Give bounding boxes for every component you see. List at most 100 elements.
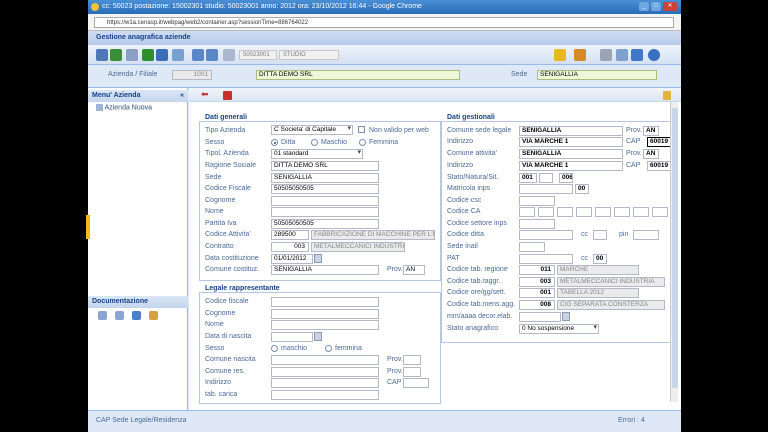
matricola-field[interactable] <box>519 184 573 194</box>
error-count[interactable]: Errori : 4 <box>618 417 645 424</box>
sidebar-item-azienda-nuova[interactable]: Azienda Nuova <box>96 104 152 111</box>
ca-field-6[interactable] <box>614 207 630 217</box>
sede-field[interactable]: SENIGALLIA <box>537 70 657 80</box>
calendar-icon[interactable] <box>314 254 322 263</box>
delete-icon[interactable] <box>126 49 138 61</box>
ragione-sociale-field[interactable]: DITTA DEMO SRL <box>271 161 379 171</box>
stato-field[interactable]: 001 <box>519 173 537 183</box>
partita-iva-field[interactable]: 50505050505 <box>271 219 379 229</box>
ca-field-1[interactable] <box>519 207 535 217</box>
contratto-code-field[interactable]: 003 <box>271 242 309 252</box>
matricola-cc-field[interactable]: 00 <box>575 184 589 194</box>
scrollbar-thumb[interactable] <box>672 108 678 388</box>
regione-code-field[interactable]: 011 <box>519 265 555 275</box>
legale-femmina-radio[interactable] <box>325 345 332 352</box>
doc-view-icon[interactable] <box>98 311 107 320</box>
vertical-scrollbar[interactable] <box>670 102 678 402</box>
legale-cognome-field[interactable] <box>271 309 379 319</box>
doc-list-icon[interactable] <box>115 311 124 320</box>
codice-fiscale-field[interactable]: 50505050505 <box>271 184 379 194</box>
comune-nascita-field[interactable] <box>271 355 379 365</box>
help-icon[interactable] <box>648 49 660 61</box>
collapse-icon[interactable]: « <box>180 90 184 102</box>
ca-field-2[interactable] <box>538 207 554 217</box>
cognome-field[interactable] <box>271 196 379 206</box>
ditta-radio[interactable] <box>271 139 278 146</box>
legale-cap-field[interactable] <box>403 378 429 388</box>
refresh-icon[interactable] <box>110 49 122 61</box>
natura-field[interactable] <box>539 173 553 183</box>
prov-cost-field[interactable]: AN <box>403 265 425 275</box>
nome-field[interactable] <box>271 207 379 217</box>
doc-refresh-icon[interactable] <box>132 311 141 320</box>
settings-icon[interactable] <box>631 49 643 61</box>
mens-code-field[interactable]: 008 <box>519 300 555 310</box>
carica-field[interactable] <box>271 390 379 400</box>
arrow-right-icon[interactable] <box>206 49 218 61</box>
prov-att-field[interactable]: AN <box>643 149 659 159</box>
calendar-icon[interactable] <box>314 332 322 341</box>
comune-costituz-field[interactable]: SENIGALLIA <box>271 265 379 275</box>
pat-field[interactable] <box>519 254 573 264</box>
list-icon[interactable] <box>223 49 235 61</box>
maximize-icon[interactable]: □ <box>651 2 661 11</box>
tipol-azienda-select[interactable]: 01 standard <box>271 149 363 159</box>
sede-gen-field[interactable]: SENIGALLIA <box>271 173 379 183</box>
doc-folder-icon[interactable] <box>149 311 158 320</box>
pin-field[interactable] <box>633 230 659 240</box>
indirizzo-att-field[interactable]: VIA MARCHE 1 <box>519 161 623 171</box>
indirizzo-sede-field[interactable]: VIA MARCHE 1 <box>519 137 623 147</box>
arrow-left-icon[interactable] <box>192 49 204 61</box>
calendar-icon[interactable] <box>562 312 570 321</box>
sit-field[interactable]: 006 <box>559 173 573 183</box>
codice-ditta-field[interactable] <box>519 230 573 240</box>
comune-attivita-field[interactable]: SENIGALLIA <box>519 149 623 159</box>
non-valido-checkbox[interactable] <box>358 126 365 133</box>
save-form-icon[interactable] <box>223 91 232 100</box>
prov-res-field[interactable] <box>403 367 421 377</box>
cap-sede-field[interactable]: 60019 <box>647 137 671 147</box>
legale-nascita-field[interactable] <box>271 332 313 342</box>
decor-field[interactable] <box>519 312 561 322</box>
close-icon[interactable]: ✕ <box>663 2 677 11</box>
ca-field-8[interactable] <box>652 207 668 217</box>
csc-field[interactable] <box>519 196 555 206</box>
ca-field-7[interactable] <box>633 207 649 217</box>
sede-inail-field[interactable] <box>519 242 545 252</box>
ditta-cc-field[interactable] <box>593 230 607 240</box>
confirm-icon[interactable] <box>142 49 154 61</box>
minimize-icon[interactable]: _ <box>639 2 649 11</box>
lock-form-icon[interactable] <box>663 91 671 100</box>
url-input[interactable]: https://w1a.cenasp.it/webpag/web2/contai… <box>94 17 674 28</box>
tipo-azienda-select[interactable]: C Societa' di Capitale <box>271 125 353 135</box>
prov-nascita-field[interactable] <box>403 355 421 365</box>
data-costituzione-field[interactable]: 01/01/2012 <box>271 254 313 264</box>
ca-field-4[interactable] <box>576 207 592 217</box>
print-icon[interactable] <box>600 49 612 61</box>
ca-field-5[interactable] <box>595 207 611 217</box>
save-icon[interactable] <box>96 49 108 61</box>
comune-res-field[interactable] <box>271 367 379 377</box>
legale-indirizzo-field[interactable] <box>271 378 379 388</box>
ca-field-3[interactable] <box>557 207 573 217</box>
raggr-code-field[interactable]: 003 <box>519 277 555 287</box>
cycle-icon[interactable] <box>156 49 168 61</box>
azienda-code-field[interactable]: 1001 <box>172 70 212 80</box>
copy-icon[interactable] <box>172 49 184 61</box>
ore-code-field[interactable]: 001 <box>519 288 555 298</box>
settore-inps-field[interactable] <box>519 219 555 229</box>
stato-anagrafico-select[interactable]: 0 No sospensione <box>519 324 599 334</box>
pat-cc-field[interactable]: 00 <box>593 254 607 264</box>
codice-attivita-field[interactable]: 289500 <box>271 230 309 240</box>
legale-nome-field[interactable] <box>271 320 379 330</box>
maschio-radio[interactable] <box>311 139 318 146</box>
azienda-name-field[interactable]: DITTA DEMO SRL <box>256 70 460 80</box>
pin-icon[interactable] <box>574 49 586 61</box>
legale-cf-field[interactable] <box>271 297 379 307</box>
cap-att-field[interactable]: 60019 <box>647 161 671 171</box>
warning-icon[interactable] <box>554 49 566 61</box>
back-arrow-icon[interactable]: ⬅ <box>201 89 209 100</box>
comune-sede-field[interactable]: SENIGALLIA <box>519 126 623 136</box>
femmina-radio[interactable] <box>359 139 366 146</box>
tools-icon[interactable] <box>616 49 628 61</box>
